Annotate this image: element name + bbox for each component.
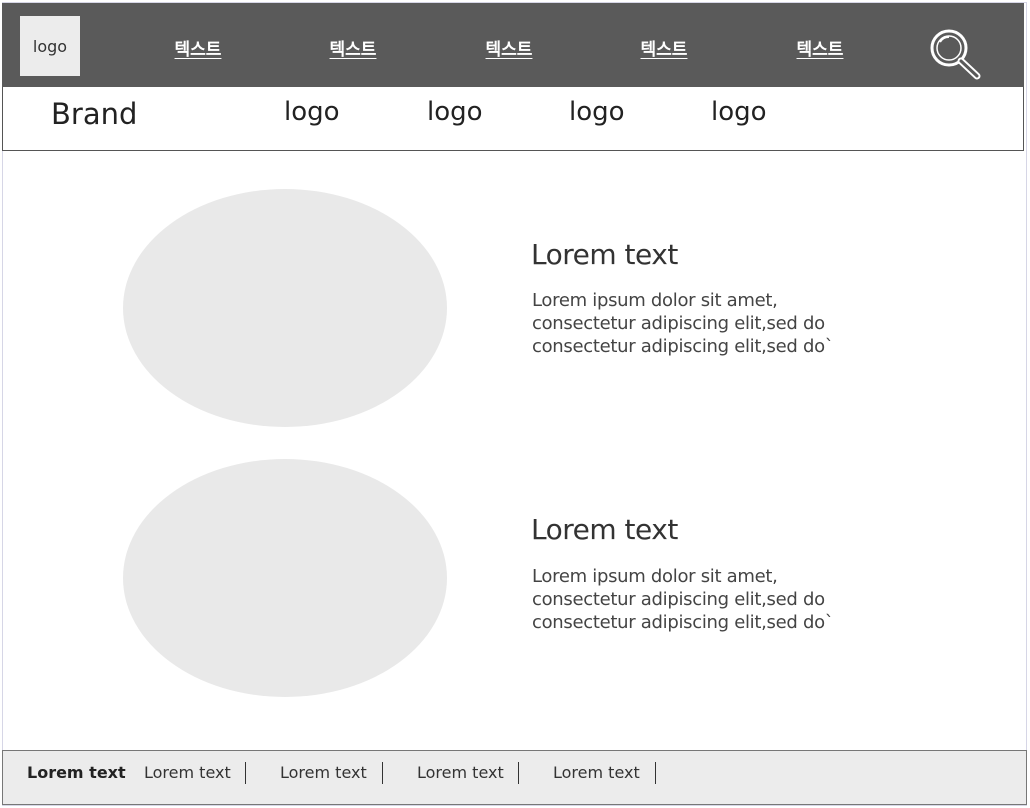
footer-bar: Lorem text Lorem text Lorem text Lorem t… bbox=[2, 750, 1027, 805]
top-logo[interactable]: logo bbox=[20, 16, 80, 76]
brand-logo-2[interactable]: logo bbox=[427, 97, 483, 127]
footer-item-4[interactable]: Lorem text bbox=[417, 763, 504, 782]
nav-item-3[interactable]: 텍스트 bbox=[469, 35, 549, 60]
block-title-2: Lorem text bbox=[531, 513, 678, 546]
brand-bar: Brand logo logo logo logo bbox=[2, 87, 1024, 151]
nav-item-5[interactable]: 텍스트 bbox=[780, 35, 860, 60]
footer-separator bbox=[382, 762, 383, 784]
footer-item-5[interactable]: Lorem text bbox=[553, 763, 640, 782]
block-title-1: Lorem text bbox=[531, 238, 678, 271]
block-body-1-line-3: consectetur adipiscing elit,sed do` bbox=[532, 336, 834, 357]
block-body-2-line-3: consectetur adipiscing elit,sed do` bbox=[532, 612, 834, 633]
footer-item-2[interactable]: Lorem text bbox=[144, 763, 231, 782]
image-placeholder-2 bbox=[123, 459, 447, 697]
brand-name[interactable]: Brand bbox=[51, 97, 137, 131]
block-body-2-line-2: consectetur adipiscing elit,sed do bbox=[532, 589, 825, 610]
footer-item-3[interactable]: Lorem text bbox=[280, 763, 367, 782]
block-body-1-line-1: Lorem ipsum dolor sit amet, bbox=[532, 290, 778, 311]
search-icon[interactable] bbox=[927, 27, 981, 81]
image-placeholder-1 bbox=[123, 189, 447, 427]
nav-item-2[interactable]: 텍스트 bbox=[313, 35, 393, 60]
block-body-1-line-2: consectetur adipiscing elit,sed do bbox=[532, 313, 825, 334]
top-nav-bar: logo 텍스트 텍스트 텍스트 텍스트 텍스트 bbox=[2, 3, 1024, 87]
nav-item-4[interactable]: 텍스트 bbox=[624, 35, 704, 60]
footer-separator bbox=[518, 762, 519, 784]
block-body-2: Lorem ipsum dolor sit amet, consectetur … bbox=[532, 565, 834, 634]
brand-logo-1[interactable]: logo bbox=[284, 97, 340, 127]
footer-item-1[interactable]: Lorem text bbox=[27, 763, 126, 782]
brand-logo-4[interactable]: logo bbox=[711, 97, 767, 127]
block-body-2-line-1: Lorem ipsum dolor sit amet, bbox=[532, 566, 778, 587]
nav-item-1[interactable]: 텍스트 bbox=[158, 35, 238, 60]
footer-separator bbox=[655, 762, 656, 784]
block-body-1: Lorem ipsum dolor sit amet, consectetur … bbox=[532, 289, 834, 358]
footer-separator bbox=[245, 762, 246, 784]
brand-logo-3[interactable]: logo bbox=[569, 97, 625, 127]
